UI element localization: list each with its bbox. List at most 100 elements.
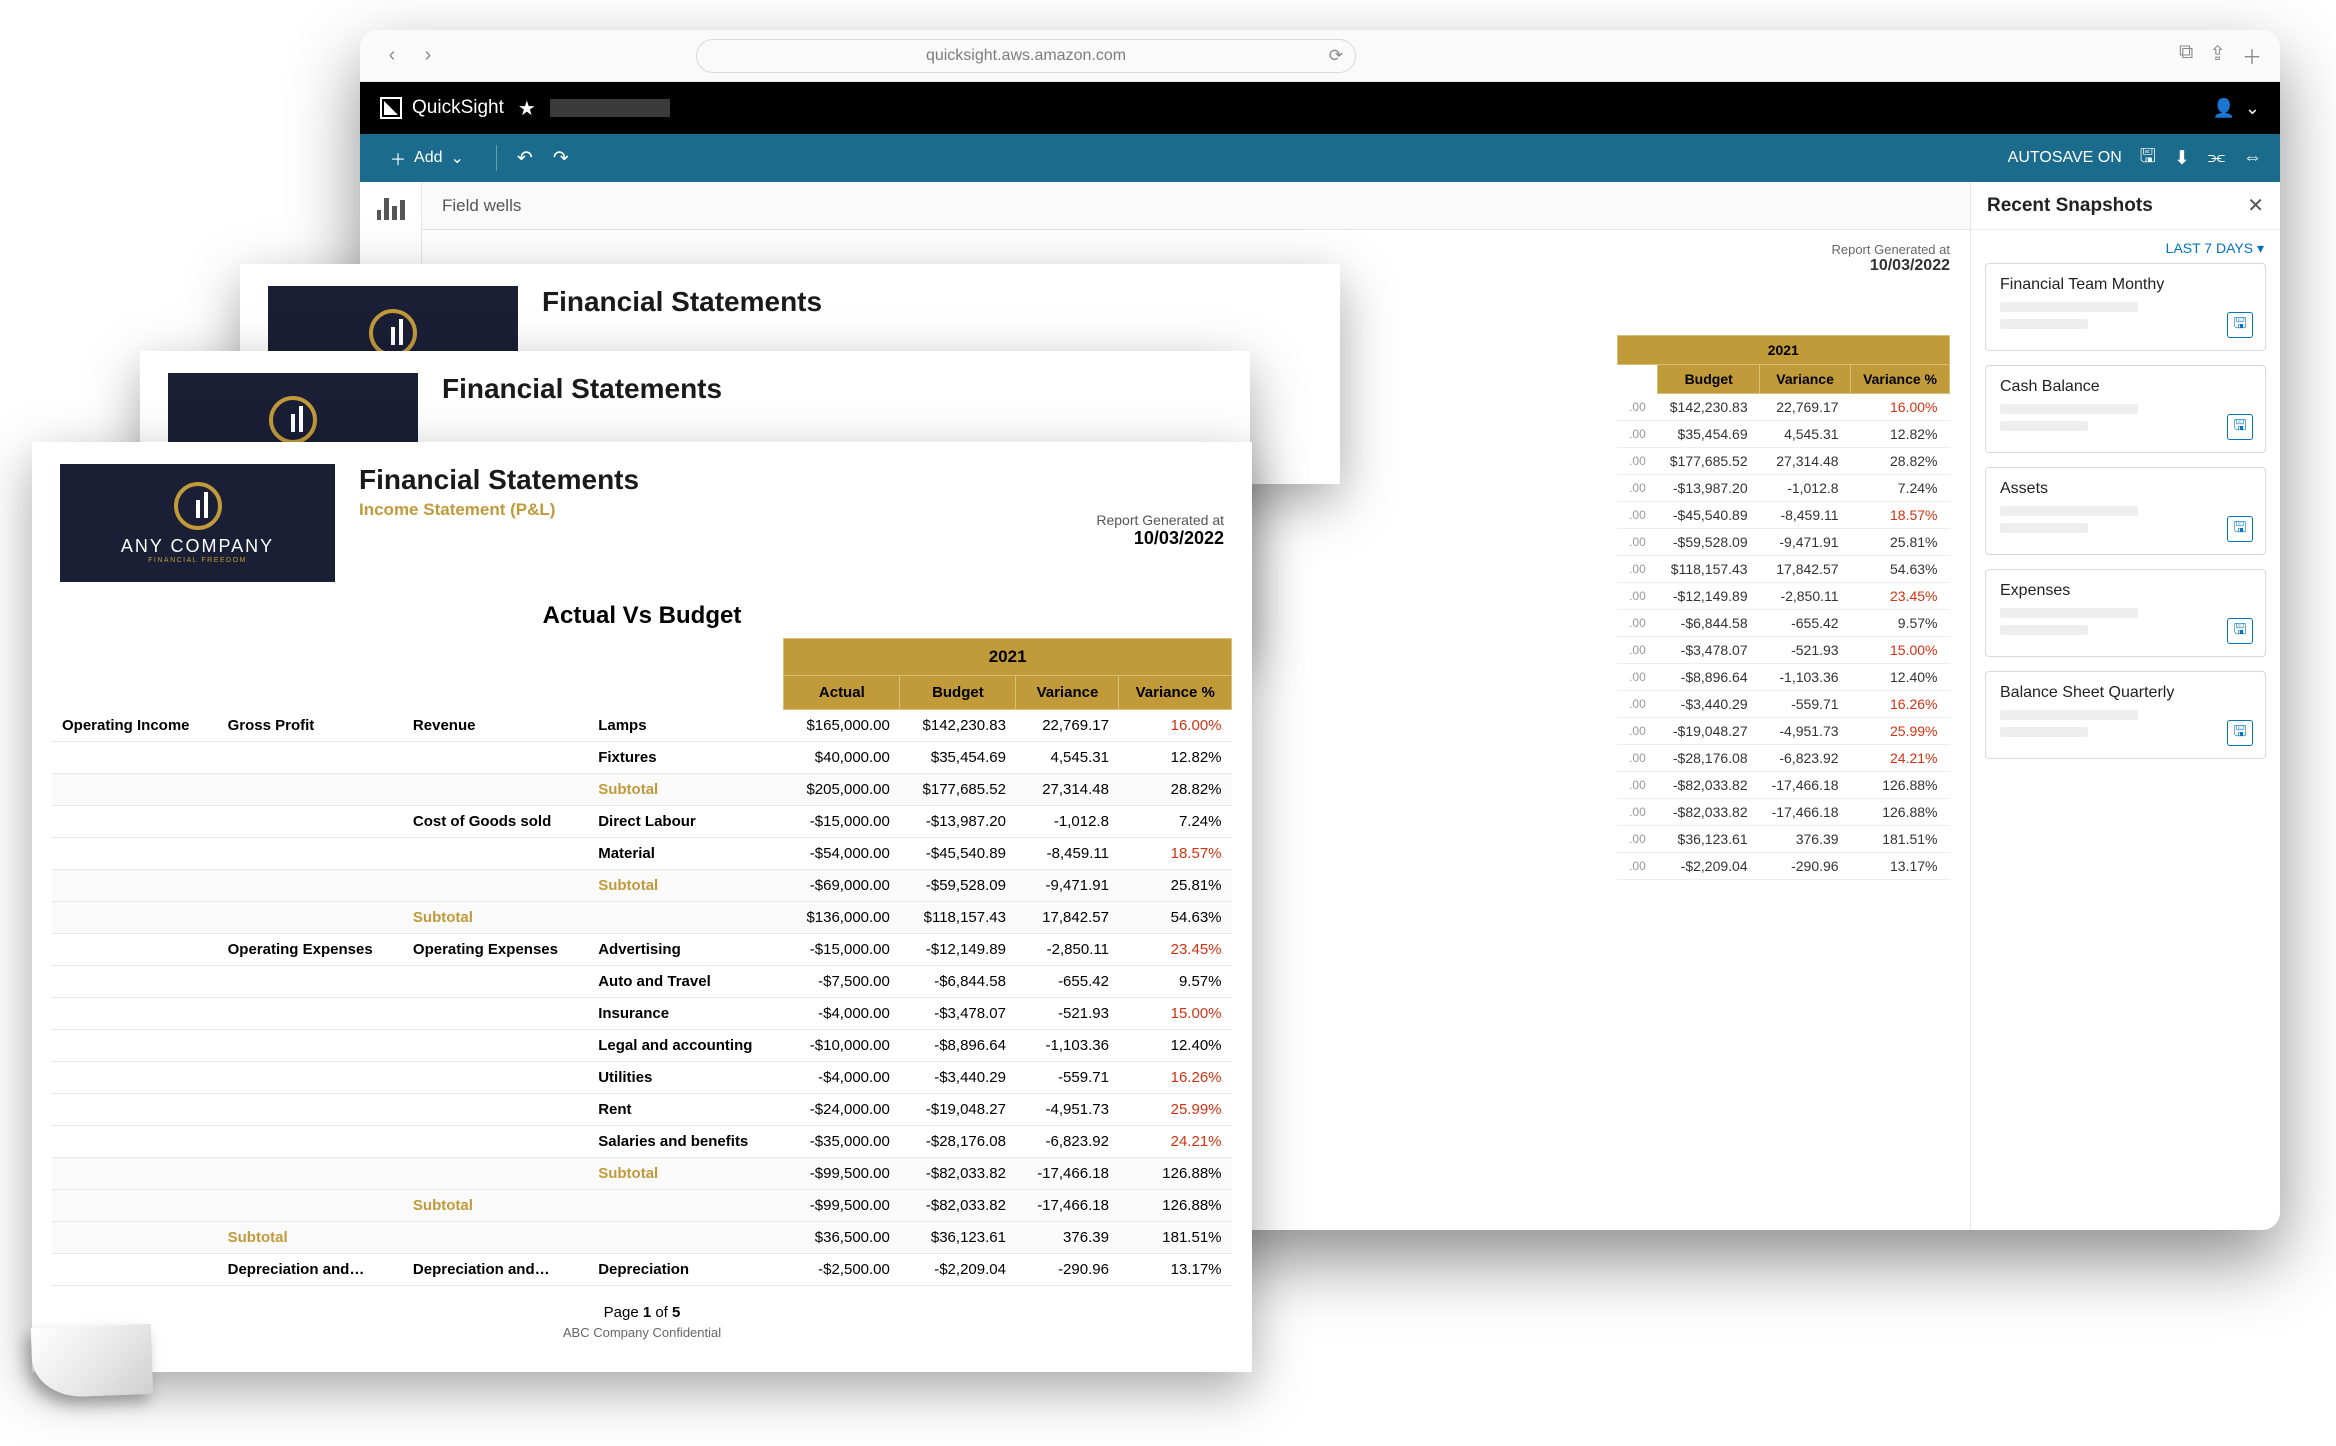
value-cell: -2,850.11 xyxy=(1016,934,1119,966)
download-icon[interactable]: ⬇ xyxy=(2174,147,2190,170)
value-cell: -$8,896.64 xyxy=(900,1030,1016,1062)
label-cell: Advertising xyxy=(588,934,784,966)
snapshot-title: Expenses xyxy=(2000,582,2251,600)
value-cell: -$45,540.89 xyxy=(900,838,1016,870)
label-cell: Auto and Travel xyxy=(588,966,784,998)
col-header: Actual xyxy=(784,676,900,710)
snapshot-card[interactable]: Balance Sheet Quarterly 🖫 xyxy=(1985,671,2266,759)
label-cell xyxy=(52,806,218,838)
logo-icon xyxy=(380,97,402,119)
value-cell: -1,103.36 xyxy=(1016,1030,1119,1062)
snapshots-panel: Recent Snapshots ✕ LAST 7 DAYS ▾ Financi… xyxy=(1970,182,2280,1230)
reload-icon[interactable]: ⟳ xyxy=(1329,46,1343,66)
label-cell xyxy=(403,966,588,998)
snapshot-open-icon[interactable]: 🖫 xyxy=(2227,720,2253,746)
col-header: Variance % xyxy=(1119,676,1232,710)
value-cell: $205,000.00 xyxy=(784,774,900,806)
snapshot-card[interactable]: Financial Team Monthy 🖫 xyxy=(1985,263,2266,351)
snapshot-open-icon[interactable]: 🖫 xyxy=(2227,618,2253,644)
value-cell: $142,230.83 xyxy=(900,710,1016,742)
value-cell: -$99,500.00 xyxy=(784,1190,900,1222)
doc-subtitle: Income Statement (P&L) xyxy=(359,500,639,520)
value-cell: 25.99% xyxy=(1119,1094,1232,1126)
value-cell: $118,157.43 xyxy=(900,902,1016,934)
report-doc-front: ANY COMPANY FINANCIAL FREEDOM Financial … xyxy=(32,442,1252,1372)
label-cell xyxy=(52,774,218,806)
redo-icon[interactable]: ↷ xyxy=(553,147,569,170)
value-cell: 22,769.17 xyxy=(1016,710,1119,742)
close-icon[interactable]: ✕ xyxy=(2247,193,2264,218)
value-cell: -$15,000.00 xyxy=(784,934,900,966)
label-cell xyxy=(218,1190,403,1222)
url-bar[interactable]: quicksight.aws.amazon.com ⟳ xyxy=(696,39,1356,73)
logo-icon xyxy=(174,482,222,530)
label-cell xyxy=(218,966,403,998)
add-label: Add xyxy=(414,149,442,167)
favorite-icon[interactable]: ★ xyxy=(518,96,536,121)
field-wells-bar[interactable]: Field wells xyxy=(422,182,1970,230)
snapshot-card[interactable]: Assets 🖫 xyxy=(1985,467,2266,555)
separator xyxy=(496,145,497,171)
new-tab-icon[interactable]: ＋ xyxy=(2242,41,2262,70)
value-cell: 23.45% xyxy=(1119,934,1232,966)
label-cell xyxy=(403,742,588,774)
value-cell: -655.42 xyxy=(1016,966,1119,998)
label-cell xyxy=(218,1062,403,1094)
value-cell: -$7,500.00 xyxy=(784,966,900,998)
share-icon[interactable]: ⇪ xyxy=(2209,41,2226,70)
snapshot-open-icon[interactable]: 🖫 xyxy=(2227,312,2253,338)
value-cell: 15.00% xyxy=(1119,998,1232,1030)
save-icon[interactable]: 🖫 xyxy=(2140,142,2156,174)
value-cell: $177,685.52 xyxy=(900,774,1016,806)
company-logo: ANY COMPANY FINANCIAL FREEDOM xyxy=(60,464,335,582)
value-cell: -$19,048.27 xyxy=(900,1094,1016,1126)
confidential-label: ABC Company Confidential xyxy=(32,1325,1252,1340)
value-cell: -$15,000.00 xyxy=(784,806,900,838)
label-cell: Depreciation and… xyxy=(403,1254,588,1286)
label-cell xyxy=(403,1126,588,1158)
label-cell xyxy=(52,998,218,1030)
chevron-down-icon[interactable]: ⌄ xyxy=(2245,98,2260,119)
generated-date: 10/03/2022 xyxy=(1617,257,1950,275)
value-cell: 126.88% xyxy=(1119,1190,1232,1222)
value-cell: -290.96 xyxy=(1016,1254,1119,1286)
value-cell: 7.24% xyxy=(1119,806,1232,838)
value-cell: -$13,987.20 xyxy=(900,806,1016,838)
chevron-down-icon: ▾ xyxy=(2257,240,2264,256)
value-cell: 27,314.48 xyxy=(1016,774,1119,806)
label-cell xyxy=(403,998,588,1030)
snapshot-card[interactable]: Expenses 🖫 xyxy=(1985,569,2266,657)
snapshot-card[interactable]: Cash Balance 🖫 xyxy=(1985,365,2266,453)
snapshot-open-icon[interactable]: 🖫 xyxy=(2227,414,2253,440)
copy-icon[interactable]: ⧉ xyxy=(2179,41,2193,70)
value-cell: -$2,500.00 xyxy=(784,1254,900,1286)
undo-icon[interactable]: ↶ xyxy=(517,147,533,170)
panel-filter[interactable]: LAST 7 DAYS ▾ xyxy=(1971,230,2280,263)
doc-title: Financial Statements xyxy=(542,286,822,318)
forward-button[interactable]: › xyxy=(414,42,442,70)
value-cell: -521.93 xyxy=(1016,998,1119,1030)
value-cell: -$28,176.08 xyxy=(900,1126,1016,1158)
user-icon[interactable]: 👤 xyxy=(2212,98,2234,119)
generated-date: 10/03/2022 xyxy=(1096,528,1224,549)
snapshot-title: Financial Team Monthy xyxy=(2000,276,2251,294)
value-cell: -17,466.18 xyxy=(1016,1190,1119,1222)
back-button[interactable]: ‹ xyxy=(378,42,406,70)
label-cell xyxy=(403,870,588,902)
snapshot-title: Assets xyxy=(2000,480,2251,498)
value-cell: 28.82% xyxy=(1119,774,1232,806)
value-cell: -$69,000.00 xyxy=(784,870,900,902)
label-cell xyxy=(218,838,403,870)
label-cell xyxy=(52,1062,218,1094)
frag-year: 2021 xyxy=(1617,336,1949,365)
bar-chart-icon[interactable] xyxy=(377,196,405,220)
add-button[interactable]: ＋ Add ⌄ xyxy=(378,141,476,175)
expand-icon[interactable]: ⇔ xyxy=(2243,147,2262,169)
share-icon[interactable]: ⫘ xyxy=(2208,147,2225,169)
field-wells-label: Field wells xyxy=(442,196,521,216)
label-cell: Legal and accounting xyxy=(588,1030,784,1062)
value-cell: 4,545.31 xyxy=(1016,742,1119,774)
filter-label: LAST 7 DAYS xyxy=(2166,240,2253,256)
snapshot-open-icon[interactable]: 🖫 xyxy=(2227,516,2253,542)
label-cell: Material xyxy=(588,838,784,870)
